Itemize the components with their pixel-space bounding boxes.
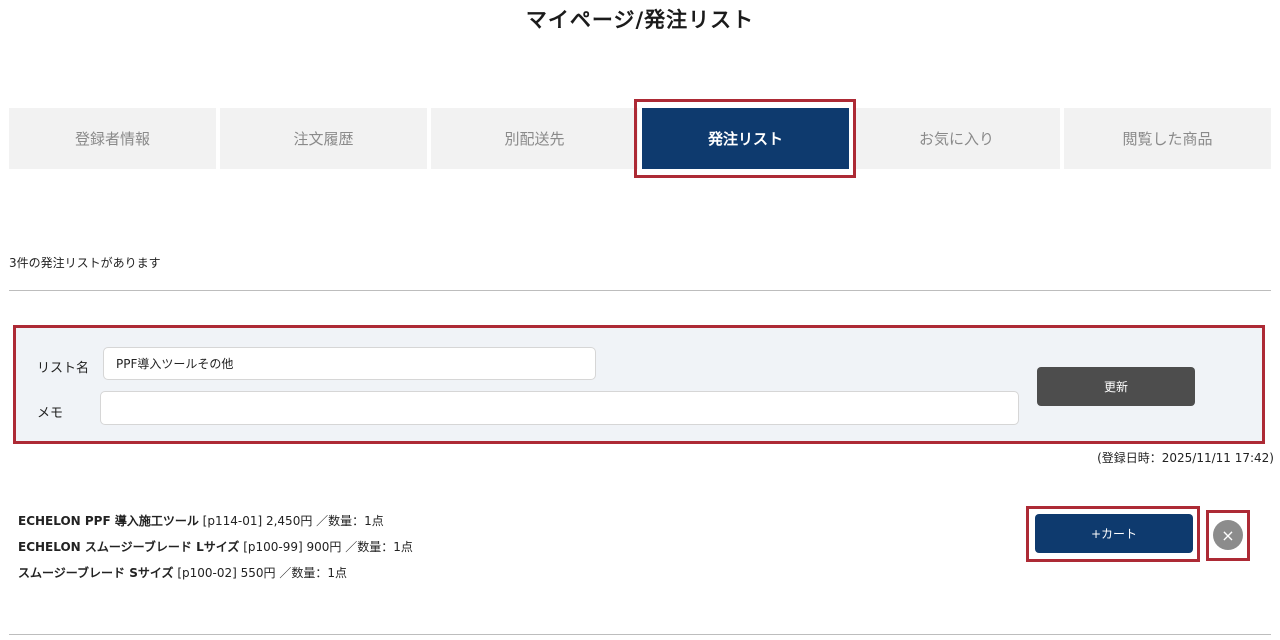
list-edit-form: リスト名 メモ 更新 <box>13 325 1265 444</box>
list-name-input[interactable] <box>103 347 596 380</box>
memo-input[interactable] <box>100 391 1019 425</box>
page-title: マイページ/発注リスト <box>525 8 755 32</box>
item-name: ECHELON PPF 導入施工ツール <box>18 514 199 528</box>
tab-registrant-info[interactable]: 登録者情報 <box>9 108 216 169</box>
item-detail: [p114-01] 2,450円 ／数量：1点 <box>198 514 384 528</box>
update-button[interactable]: 更新 <box>1037 367 1195 406</box>
divider <box>9 634 1271 635</box>
tab-alternate-shipping[interactable]: 別配送先 <box>431 108 638 169</box>
delete-list-button[interactable]: × <box>1213 520 1243 550</box>
item-list: ECHELON PPF 導入施工ツール [p114-01] 2,450円 ／数量… <box>18 508 413 586</box>
list-item: ECHELON PPF 導入施工ツール [p114-01] 2,450円 ／数量… <box>18 508 413 534</box>
list-count-text: 3件の発注リストがあります <box>9 256 161 270</box>
item-detail: [p100-99] 900円 ／数量：1点 <box>239 540 413 554</box>
tab-order-list[interactable]: 発注リスト <box>642 108 849 169</box>
item-name: スムージーブレード Sサイズ <box>18 566 174 580</box>
close-icon: × <box>1221 525 1235 545</box>
add-to-cart-button[interactable]: +カート <box>1035 514 1193 553</box>
item-detail: [p100-02] 550円 ／数量：1点 <box>173 566 347 580</box>
registered-date: (登録日時：2025/11/11 17:42) <box>1097 451 1274 465</box>
divider <box>9 290 1271 291</box>
list-name-label: リスト名 <box>37 361 90 376</box>
item-name: ECHELON スムージーブレード Lサイズ <box>18 540 240 554</box>
list-item: ECHELON スムージーブレード Lサイズ [p100-99] 900円 ／数… <box>18 534 413 560</box>
tab-order-history[interactable]: 注文履歴 <box>220 108 427 169</box>
tab-favorites[interactable]: お気に入り <box>853 108 1060 169</box>
list-item: スムージーブレード Sサイズ [p100-02] 550円 ／数量：1点 <box>18 560 413 586</box>
memo-label: メモ <box>37 406 64 421</box>
tab-viewed-products[interactable]: 閲覧した商品 <box>1064 108 1271 169</box>
